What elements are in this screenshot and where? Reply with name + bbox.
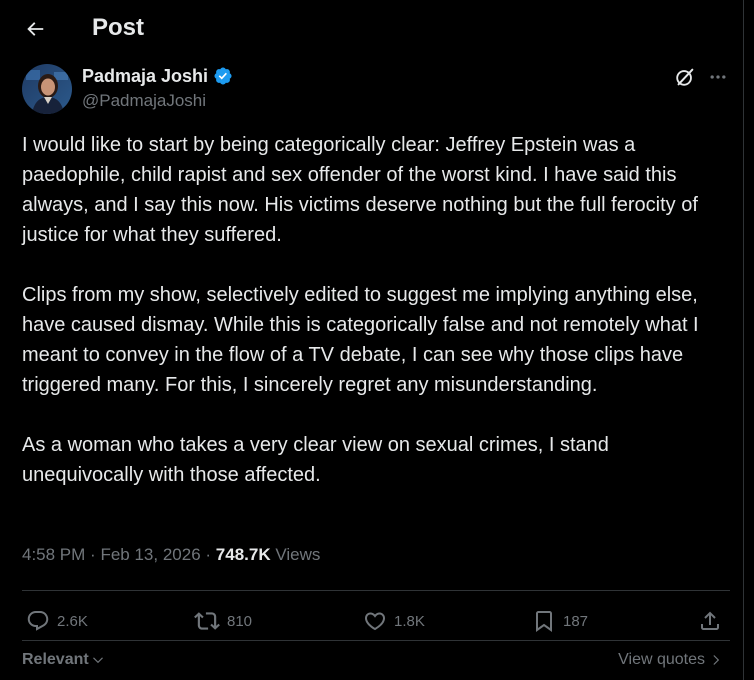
author-name-row[interactable]: Padmaja Joshi	[82, 64, 233, 88]
chevron-right-icon	[713, 655, 720, 665]
post-detail-page: Post Padmaja Joshi @PadmajaJoshi I would…	[0, 0, 744, 680]
verified-badge-icon	[213, 66, 233, 86]
grok-icon	[676, 68, 694, 86]
action-bar: 2.6K 810 1.8K 187	[22, 604, 730, 638]
repost-button[interactable]: 810	[194, 604, 252, 638]
like-count: 1.8K	[394, 612, 425, 630]
view-quotes-label: View quotes	[618, 651, 705, 668]
reply-count: 2.6K	[57, 612, 88, 630]
reply-icon	[27, 611, 49, 631]
views-label: Views	[275, 545, 321, 564]
share-icon	[701, 611, 719, 630]
back-button[interactable]	[18, 12, 52, 46]
repost-count: 810	[227, 612, 253, 630]
post-meta: 4:58 PM · Feb 13, 2026 · 748.7K Views	[22, 543, 320, 567]
post-paragraph: As a woman who takes a very clear view o…	[22, 434, 609, 486]
repost-icon	[194, 612, 220, 630]
heart-icon	[364, 612, 386, 631]
post-date[interactable]: Feb 13, 2026	[100, 545, 200, 564]
sort-replies-dropdown[interactable]: Relevant	[22, 648, 105, 672]
arrow-left-icon	[27, 22, 44, 36]
chevron-down-icon	[92, 657, 103, 664]
author-photo	[22, 64, 72, 114]
divider	[22, 590, 730, 591]
reply-button[interactable]: 2.6K	[26, 604, 88, 638]
page-header: Post	[0, 0, 744, 56]
more-horizontal-icon	[710, 75, 726, 79]
post-paragraph: Clips from my show, selectively edited t…	[22, 284, 699, 396]
meta-separator: ·	[90, 545, 96, 564]
divider	[22, 640, 730, 641]
view-quotes-link[interactable]: View quotes	[618, 648, 723, 672]
more-options-button[interactable]	[704, 64, 732, 90]
like-button[interactable]: 1.8K	[363, 604, 425, 638]
bookmark-button[interactable]: 187	[532, 604, 588, 638]
post-time[interactable]: 4:58 PM	[22, 545, 85, 564]
sort-label: Relevant	[22, 651, 89, 668]
meta-separator: ·	[205, 545, 212, 564]
page-title: Post	[92, 14, 145, 41]
bookmark-icon	[536, 611, 552, 632]
post-text: I would like to start by being categoric…	[22, 130, 722, 520]
avatar[interactable]	[22, 64, 72, 114]
grok-button[interactable]	[672, 64, 698, 90]
bookmark-count: 187	[563, 612, 589, 630]
views-count: 748.7K	[215, 545, 271, 564]
author-handle[interactable]: @PadmajaJoshi	[82, 90, 206, 112]
author-name[interactable]: Padmaja Joshi	[82, 64, 208, 88]
share-button[interactable]	[698, 604, 722, 638]
post-paragraph: I would like to start by being categoric…	[22, 134, 698, 246]
